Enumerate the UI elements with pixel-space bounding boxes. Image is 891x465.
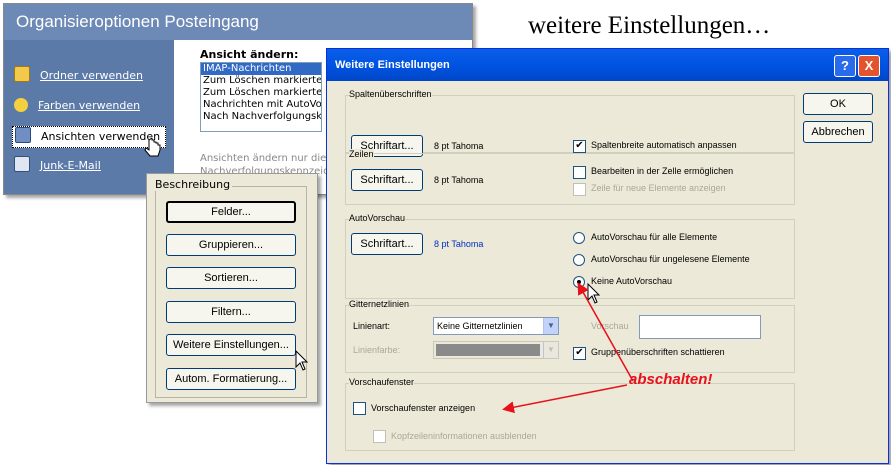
nav-item-label: Ordner verwenden [40, 69, 143, 82]
hand-cursor-icon [144, 138, 161, 157]
arrow-cursor-icon [295, 350, 309, 371]
sort-button[interactable]: Sortieren... [166, 267, 296, 289]
arrow-to-reading-pane [502, 384, 628, 414]
hint-line: Ansichten ändern nur die A [200, 153, 337, 164]
auto-format-button[interactable]: Autom. Formatierung... [166, 368, 296, 390]
annotation-arrows [502, 282, 634, 414]
nav-item-label: Ansichten verwenden [41, 130, 161, 143]
view-list-item[interactable]: Nachrichten mit AutoVorsc [201, 99, 321, 111]
view-listbox[interactable]: IMAP-Nachrichten Zum Löschen markierte N… [200, 62, 322, 132]
view-list-item[interactable]: Zum Löschen markierte Na [201, 87, 321, 99]
nav-item-colors[interactable]: Farben verwenden [14, 96, 140, 116]
view-list-item[interactable]: Zum Löschen markierte Na [201, 75, 321, 87]
colors-icon [14, 98, 28, 112]
description-legend: Beschreibung [153, 178, 233, 191]
arrow-to-no-autopreview [577, 282, 634, 382]
group-by-button[interactable]: Gruppieren... [166, 234, 296, 256]
nav-item-label: Junk-E-Mail [40, 159, 101, 172]
view-list-item[interactable]: IMAP-Nachrichten [201, 63, 321, 75]
page-heading: weitere Einstellungen… [528, 12, 771, 39]
other-settings-dialog: Weitere Einstellungen ? X OK Abbrechen S… [326, 48, 889, 464]
view-description-panel: Beschreibung Felder... Gruppieren... Sor… [146, 173, 318, 403]
nav-item-views[interactable]: Ansichten verwenden [12, 126, 166, 148]
view-list-item[interactable]: Nach Nachverfolgungskenn [201, 111, 321, 123]
views-icon [15, 127, 31, 143]
organize-title: Organisieroptionen Posteingang [4, 4, 472, 40]
filter-button[interactable]: Filtern... [166, 301, 296, 323]
fields-button[interactable]: Felder... [166, 201, 296, 223]
nav-item-label: Farben verwenden [38, 99, 141, 112]
change-view-label: Ansicht ändern: [200, 48, 299, 61]
other-settings-button[interactable]: Weitere Einstellungen... [166, 334, 296, 356]
nav-item-folders[interactable]: Ordner verwenden [14, 66, 143, 86]
folder-icon [14, 66, 30, 82]
organize-nav: Ordner verwenden Farben verwenden Ansich… [4, 40, 174, 194]
junk-mail-icon [14, 156, 30, 172]
nav-item-junk[interactable]: Junk-E-Mail [14, 156, 101, 176]
